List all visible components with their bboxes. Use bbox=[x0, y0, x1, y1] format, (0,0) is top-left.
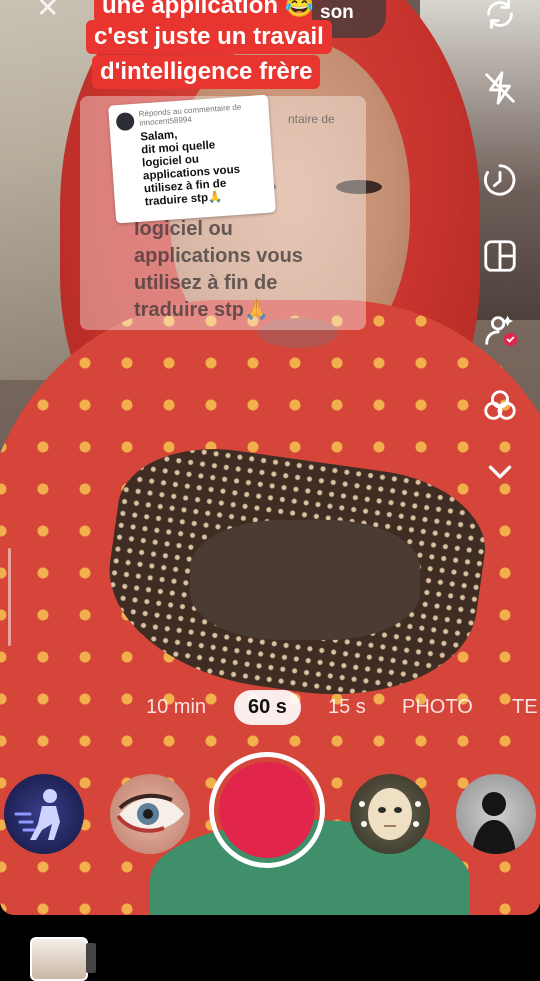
gallery-stack-edge bbox=[86, 943, 96, 973]
motion-effect-icon bbox=[14, 789, 60, 840]
record-button[interactable] bbox=[209, 752, 325, 868]
duration-tabs: 10 min 60 s 15 s PHOTO TE bbox=[0, 690, 540, 728]
flip-camera-icon[interactable] bbox=[476, 0, 524, 38]
caption-line-2: c'est juste un travail bbox=[86, 20, 332, 54]
gallery-thumbnail[interactable] bbox=[30, 937, 88, 981]
close-icon[interactable]: ✕ bbox=[36, 0, 59, 22]
eye-effect-icon bbox=[116, 793, 184, 833]
avatar bbox=[115, 111, 135, 132]
reply-text: Salam, dit moi quelle logiciel ou applic… bbox=[139, 128, 241, 209]
tab-15-s[interactable]: 15 s bbox=[328, 696, 366, 719]
record-button-core bbox=[219, 762, 315, 858]
reply-header: Réponds au commentaire de innocent58994 bbox=[138, 102, 242, 128]
filters-icon[interactable] bbox=[476, 382, 524, 430]
collar-center bbox=[190, 520, 420, 640]
overlay-header: ntaire de bbox=[288, 112, 335, 126]
tab-photo[interactable]: PHOTO bbox=[402, 696, 473, 719]
effect-thumbnail-eye[interactable] bbox=[110, 774, 190, 854]
effect-thumbnail-silhouette[interactable] bbox=[456, 774, 536, 854]
comment-reply-sticker[interactable]: Réponds au commentaire de innocent58994 … bbox=[108, 94, 276, 224]
zoom-scrollbar[interactable] bbox=[8, 548, 11, 646]
chevron-down-icon[interactable] bbox=[476, 448, 524, 496]
overlay-text: logiciel ou applications vous utilisez à… bbox=[134, 218, 303, 321]
flash-off-icon[interactable] bbox=[476, 64, 524, 112]
tab-10-min[interactable]: 10 min bbox=[146, 696, 206, 719]
layout-icon[interactable] bbox=[476, 232, 524, 280]
face-effect-icon bbox=[359, 788, 421, 840]
beauty-icon[interactable] bbox=[476, 306, 524, 354]
caption-line-3: d'intelligence frère bbox=[92, 55, 321, 89]
tab-text[interactable]: TE bbox=[512, 696, 538, 719]
silhouette-effect-icon bbox=[472, 792, 516, 854]
effect-thumbnail-motion[interactable] bbox=[4, 774, 84, 854]
tab-60-s[interactable]: 60 s bbox=[234, 690, 301, 725]
bottom-navigation-bar bbox=[0, 915, 540, 981]
timer-icon[interactable] bbox=[476, 156, 524, 204]
effect-thumbnail-face[interactable] bbox=[350, 774, 430, 854]
